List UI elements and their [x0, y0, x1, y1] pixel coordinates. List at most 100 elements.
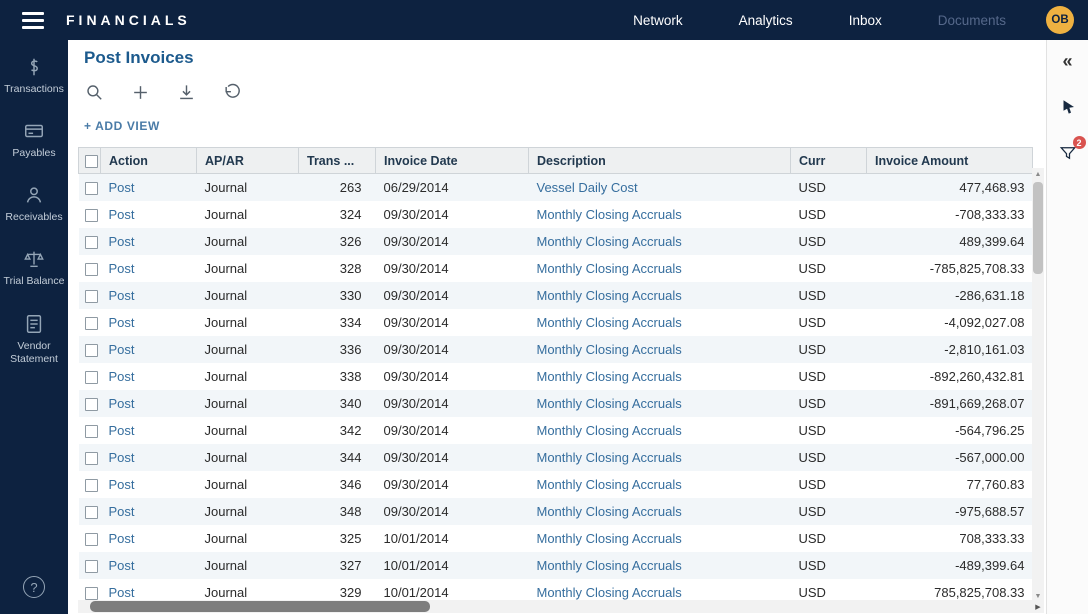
description-cell: Monthly Closing Accruals: [529, 498, 791, 525]
sidebar-item-receivables[interactable]: Receivables: [2, 182, 66, 224]
pointer-icon[interactable]: [1057, 96, 1079, 118]
invoice-date-cell: 09/30/2014: [376, 255, 529, 282]
post-link[interactable]: Post: [109, 315, 135, 330]
description-link[interactable]: Monthly Closing Accruals: [537, 504, 682, 519]
row-checkbox[interactable]: [85, 452, 98, 465]
row-checkbox[interactable]: [85, 182, 98, 195]
nav-inbox[interactable]: Inbox: [849, 13, 882, 28]
description-link[interactable]: Monthly Closing Accruals: [537, 531, 682, 546]
post-link[interactable]: Post: [109, 558, 135, 573]
row-checkbox[interactable]: [85, 479, 98, 492]
row-checkbox[interactable]: [85, 398, 98, 411]
column-header-apar[interactable]: AP/AR: [197, 148, 299, 174]
vertical-scroll-thumb[interactable]: [1033, 182, 1043, 274]
currency-cell: USD: [791, 444, 867, 471]
nav-analytics[interactable]: Analytics: [739, 13, 793, 28]
add-view-button[interactable]: + ADD VIEW: [84, 119, 160, 133]
row-checkbox[interactable]: [85, 344, 98, 357]
trans-number-cell: 326: [299, 228, 376, 255]
horizontal-scroll-thumb[interactable]: [90, 601, 430, 612]
collapse-panel-icon[interactable]: «: [1057, 50, 1079, 72]
description-link[interactable]: Monthly Closing Accruals: [537, 396, 682, 411]
sidebar-item-trial-balance[interactable]: Trial Balance: [2, 246, 66, 288]
post-link[interactable]: Post: [109, 261, 135, 276]
description-cell: Monthly Closing Accruals: [529, 471, 791, 498]
filter-icon[interactable]: 2: [1057, 142, 1079, 164]
post-link[interactable]: Post: [109, 504, 135, 519]
row-checkbox[interactable]: [85, 533, 98, 546]
sidebar-item-payables[interactable]: Payables: [2, 118, 66, 160]
table-body: Post Journal 263 06/29/2014 Vessel Daily…: [79, 174, 1033, 606]
row-select-cell: [79, 390, 101, 417]
column-header-description[interactable]: Description: [529, 148, 791, 174]
currency-cell: USD: [791, 417, 867, 444]
nav-network[interactable]: Network: [633, 13, 683, 28]
invoice-date-cell: 06/29/2014: [376, 174, 529, 201]
apar-cell: Journal: [197, 444, 299, 471]
row-select-cell: [79, 363, 101, 390]
row-checkbox[interactable]: [85, 560, 98, 573]
undo-icon[interactable]: [222, 82, 242, 102]
row-checkbox[interactable]: [85, 209, 98, 222]
add-icon[interactable]: [130, 82, 150, 102]
row-checkbox[interactable]: [85, 371, 98, 384]
post-link[interactable]: Post: [109, 180, 135, 195]
action-cell: Post: [101, 498, 197, 525]
user-avatar[interactable]: OB: [1046, 6, 1074, 34]
description-link[interactable]: Monthly Closing Accruals: [537, 585, 682, 600]
hamburger-menu-icon[interactable]: [12, 12, 60, 29]
row-checkbox[interactable]: [85, 317, 98, 330]
row-checkbox[interactable]: [85, 506, 98, 519]
description-link[interactable]: Monthly Closing Accruals: [537, 342, 682, 357]
description-link[interactable]: Monthly Closing Accruals: [537, 423, 682, 438]
scroll-up-arrow-icon[interactable]: ▲: [1032, 168, 1044, 180]
description-link[interactable]: Vessel Daily Cost: [537, 180, 638, 195]
post-link[interactable]: Post: [109, 234, 135, 249]
column-header-trans[interactable]: Trans ...: [299, 148, 376, 174]
select-all-checkbox[interactable]: [85, 155, 98, 168]
post-link[interactable]: Post: [109, 342, 135, 357]
invoice-amount-cell: -891,669,268.07: [867, 390, 1033, 417]
right-rail: « 2: [1046, 40, 1088, 614]
post-link[interactable]: Post: [109, 207, 135, 222]
sidebar-item-transactions[interactable]: Transactions: [2, 54, 66, 96]
post-link[interactable]: Post: [109, 288, 135, 303]
description-link[interactable]: Monthly Closing Accruals: [537, 450, 682, 465]
row-checkbox[interactable]: [85, 425, 98, 438]
horizontal-scrollbar[interactable]: ▶: [78, 600, 1044, 613]
post-link[interactable]: Post: [109, 477, 135, 492]
description-link[interactable]: Monthly Closing Accruals: [537, 315, 682, 330]
post-link[interactable]: Post: [109, 396, 135, 411]
scroll-right-arrow-icon[interactable]: ▶: [1032, 600, 1044, 613]
post-link[interactable]: Post: [109, 369, 135, 384]
row-checkbox[interactable]: [85, 236, 98, 249]
description-link[interactable]: Monthly Closing Accruals: [537, 207, 682, 222]
search-icon[interactable]: [84, 82, 104, 102]
description-link[interactable]: Monthly Closing Accruals: [537, 261, 682, 276]
description-link[interactable]: Monthly Closing Accruals: [537, 234, 682, 249]
help-icon[interactable]: ?: [23, 576, 45, 598]
sidebar-item-vendor-statement[interactable]: Vendor Statement: [2, 311, 66, 366]
description-link[interactable]: Monthly Closing Accruals: [537, 477, 682, 492]
post-link[interactable]: Post: [109, 585, 135, 600]
action-cell: Post: [101, 201, 197, 228]
download-icon[interactable]: [176, 82, 196, 102]
row-checkbox[interactable]: [85, 263, 98, 276]
column-header-action[interactable]: Action: [101, 148, 197, 174]
description-link[interactable]: Monthly Closing Accruals: [537, 369, 682, 384]
vertical-scrollbar[interactable]: ▲ ▼: [1032, 168, 1044, 602]
apar-cell: Journal: [197, 417, 299, 444]
column-header-invoice-amount[interactable]: Invoice Amount: [867, 148, 1033, 174]
action-cell: Post: [101, 336, 197, 363]
row-checkbox[interactable]: [85, 290, 98, 303]
description-link[interactable]: Monthly Closing Accruals: [537, 288, 682, 303]
currency-cell: USD: [791, 309, 867, 336]
table-row: Post Journal 327 10/01/2014 Monthly Clos…: [79, 552, 1033, 579]
post-link[interactable]: Post: [109, 531, 135, 546]
column-header-invoice-date[interactable]: Invoice Date: [376, 148, 529, 174]
column-header-curr[interactable]: Curr: [791, 148, 867, 174]
row-checkbox[interactable]: [85, 587, 98, 600]
post-link[interactable]: Post: [109, 450, 135, 465]
description-link[interactable]: Monthly Closing Accruals: [537, 558, 682, 573]
post-link[interactable]: Post: [109, 423, 135, 438]
